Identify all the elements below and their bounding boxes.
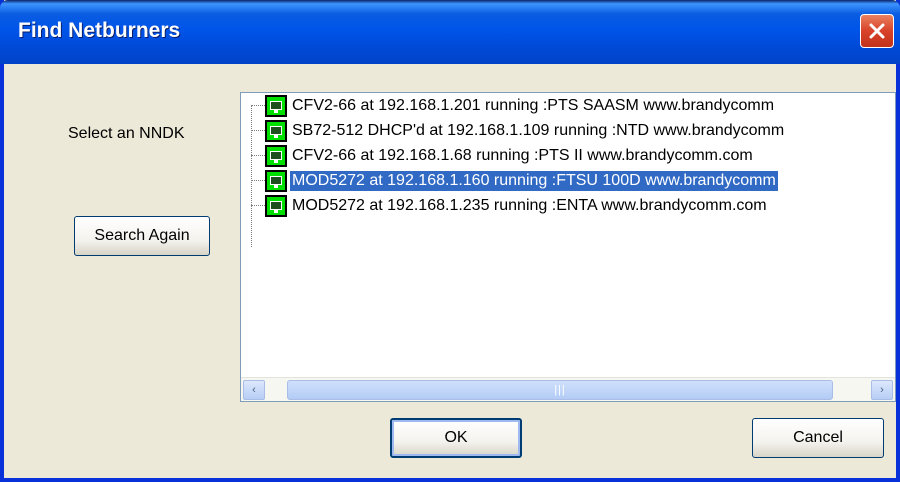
dialog-client-area: Select an NNDK Search Again CFV2-66 at 1… xyxy=(4,64,896,478)
device-item-label: SB72-512 DHCP'd at 192.168.1.109 running… xyxy=(292,121,785,139)
window-title: Find Netburners xyxy=(18,19,181,42)
device-list-item-selected[interactable]: MOD5272 at 192.168.1.160 running :FTSU 1… xyxy=(251,168,895,193)
device-list-item[interactable]: MOD5272 at 192.168.1.235 running :ENTA w… xyxy=(251,193,895,218)
scrollbar-thumb[interactable]: ||| xyxy=(287,380,833,400)
network-device-icon xyxy=(265,119,287,142)
scroll-right-button[interactable]: › xyxy=(871,380,893,400)
tree-branch-line xyxy=(251,105,265,106)
network-device-icon xyxy=(265,194,287,217)
search-again-button[interactable]: Search Again xyxy=(74,216,210,256)
device-list-item[interactable]: CFV2-66 at 192.168.1.201 running :PTS SA… xyxy=(251,93,895,118)
scroll-left-button[interactable]: ‹ xyxy=(243,380,265,400)
tree-branch-line xyxy=(251,180,265,181)
device-list-item[interactable]: CFV2-66 at 192.168.1.68 running :PTS II … xyxy=(251,143,895,168)
chevron-left-icon: ‹ xyxy=(252,384,256,396)
ok-button[interactable]: OK xyxy=(390,418,522,458)
device-list-item[interactable]: SB72-512 DHCP'd at 192.168.1.109 running… xyxy=(251,118,895,143)
network-device-icon xyxy=(265,144,287,167)
device-item-label: MOD5272 at 192.168.1.160 running :FTSU 1… xyxy=(290,170,778,191)
cancel-button[interactable]: Cancel xyxy=(752,418,884,458)
device-item-label: MOD5272 at 192.168.1.235 running :ENTA w… xyxy=(292,196,767,214)
device-item-label: CFV2-66 at 192.168.1.68 running :PTS II … xyxy=(292,146,753,164)
tree-branch-line xyxy=(251,155,265,156)
device-tree-list[interactable]: CFV2-66 at 192.168.1.201 running :PTS SA… xyxy=(240,92,896,402)
scrollbar-grip-icon: ||| xyxy=(554,384,566,396)
select-nndk-label: Select an NNDK xyxy=(68,125,185,142)
find-netburners-dialog: Find Netburners Select an NNDK Search Ag… xyxy=(0,0,900,482)
title-bar[interactable]: Find Netburners xyxy=(0,0,900,64)
close-icon xyxy=(869,23,885,39)
device-item-label: CFV2-66 at 192.168.1.201 running :PTS SA… xyxy=(292,96,775,114)
horizontal-scrollbar[interactable]: ‹ ||| › xyxy=(241,377,895,401)
chevron-right-icon: › xyxy=(880,384,884,396)
close-button[interactable] xyxy=(860,14,894,48)
network-device-icon xyxy=(265,94,287,117)
network-device-icon xyxy=(265,169,287,192)
tree-branch-line xyxy=(251,130,265,131)
tree-branch-line xyxy=(251,205,265,206)
